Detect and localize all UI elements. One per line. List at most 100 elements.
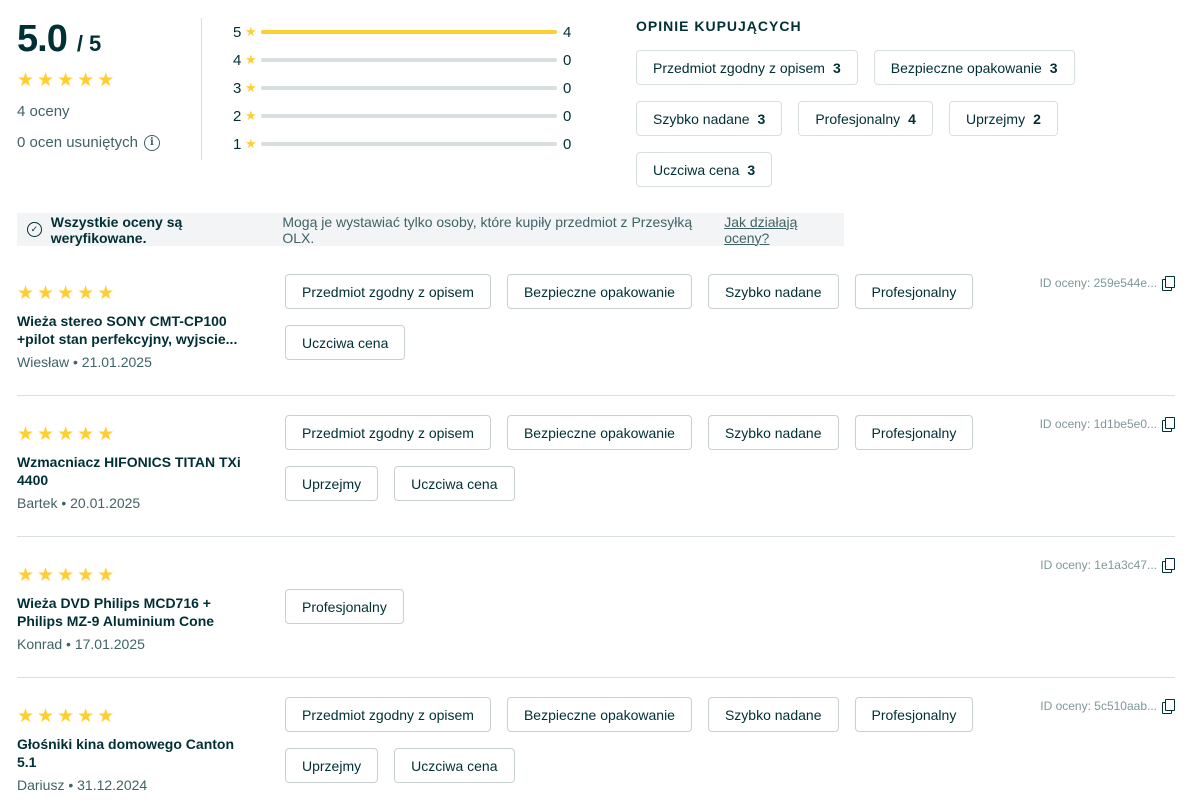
review-product-title[interactable]: Wieża DVD Philips MCD716 + Philips MZ-9 … xyxy=(17,594,247,630)
score-value: 5.0 xyxy=(17,18,68,60)
opinion-chip[interactable]: Przedmiot zgodny z opisem 3 xyxy=(636,50,858,85)
review-divider xyxy=(17,395,1175,396)
distribution-count: 0 xyxy=(563,135,572,153)
review-tag: Profesjonalny xyxy=(854,415,974,450)
average-score: 5.0 / 5 xyxy=(17,18,202,61)
copy-icon[interactable] xyxy=(1161,558,1175,573)
star-icon: ★ xyxy=(57,70,75,91)
star-icon: ★ xyxy=(57,283,75,304)
opinion-chip[interactable]: Uczciwa cena 3 xyxy=(636,152,773,187)
verified-bold: Wszystkie oceny są weryfikowane. xyxy=(50,213,183,246)
chip-label: Bezpieczne opakowanie xyxy=(890,59,1042,76)
distribution-stars: 1 xyxy=(233,135,242,153)
review-tag: Przedmiot zgodny z opisem xyxy=(285,697,491,732)
distribution-bar xyxy=(261,58,557,62)
chip-label: Profesjonalny xyxy=(815,110,901,127)
distribution-row: 1 ★ 0 xyxy=(233,130,578,158)
star-icon: ★ xyxy=(97,565,115,586)
review-divider xyxy=(17,536,1175,537)
copy-icon[interactable] xyxy=(1161,699,1175,714)
review-tags: Przedmiot zgodny z opisem Bezpieczne opa… xyxy=(285,274,1025,360)
distribution-bar xyxy=(261,142,557,146)
distribution-stars: 5 xyxy=(233,23,242,41)
review-info: ★ ★ ★ ★ ★ Wieża DVD Philips MCD716 + Philips… xyxy=(17,565,247,653)
buyer-opinions: OPINIE KUPUJĄCYCH Przedmiot zgodny z opi… xyxy=(636,18,1116,187)
review-product-title[interactable]: Wieża stereo SONY CMT-CP100 +pilot stan … xyxy=(17,312,247,348)
star-icon: ★ xyxy=(17,424,35,445)
opinion-chip[interactable]: Szybko nadane 3 xyxy=(636,101,783,136)
review-tag: Uprzejmy xyxy=(285,748,379,783)
chip-count: 4 xyxy=(908,110,916,127)
chip-label: Uprzejmy xyxy=(965,110,1026,127)
star-icon: ★ xyxy=(245,52,257,67)
how-ratings-work-link[interactable]: Jak działają oceny? xyxy=(724,214,844,246)
review-id-text: ID oceny: 5c510aab... xyxy=(1040,699,1157,713)
chip-label: Szybko nadane xyxy=(653,110,750,127)
opinion-chips: Przedmiot zgodny z opisem 3 Bezpieczne op… xyxy=(636,50,1116,187)
chip-label: Przedmiot zgodny z opisem xyxy=(653,59,825,76)
summary-stars: ★ ★ ★ ★ ★ xyxy=(17,71,202,91)
distribution-bar xyxy=(261,30,557,34)
review-tag: Szybko nadane xyxy=(707,415,839,450)
star-icon: ★ xyxy=(77,70,95,91)
distribution-stars: 4 xyxy=(233,51,242,69)
distribution-bar xyxy=(261,114,557,118)
verified-text: Mogą je wystawiać tylko osoby, które kup… xyxy=(282,213,693,246)
chip-count: 3 xyxy=(757,110,766,127)
ratings-count: 4 oceny xyxy=(17,103,70,120)
review-tag: Bezpieczne opakowanie xyxy=(506,697,692,732)
star-icon: ★ xyxy=(97,70,115,91)
review-tags: Przedmiot zgodny z opisem Bezpieczne opa… xyxy=(285,697,1025,783)
removed-ratings-label: 0 ocen usuniętych xyxy=(17,134,138,151)
review-author-date: Bartek • 20.01.2025 xyxy=(17,495,141,511)
distribution-row: 3 ★ 0 xyxy=(233,74,578,102)
review-tag: Uczciwa cena xyxy=(285,325,406,360)
review-info: ★ ★ ★ ★ ★ Wieża stereo SONY CMT-CP100 +pilot… xyxy=(17,284,247,371)
review-id-text: ID oceny: 1d1be5e0... xyxy=(1039,417,1157,431)
star-icon: ★ xyxy=(37,70,55,91)
review-info: ★ ★ ★ ★ ★ Głośniki kina domowego Canton 5.1 … xyxy=(17,706,247,794)
review-product-title[interactable]: Wzmacniacz HIFONICS TITAN TXi 4400 xyxy=(17,453,247,489)
info-icon[interactable]: i xyxy=(143,134,160,151)
star-icon: ★ xyxy=(97,706,115,727)
star-icon: ★ xyxy=(77,565,95,586)
review-tag: Profesjonalny xyxy=(854,697,974,732)
distribution-stars: 3 xyxy=(233,79,242,97)
review-stars: ★ ★ ★ ★ ★ xyxy=(17,284,247,304)
review-tag: Profesjonalny xyxy=(854,274,974,309)
review-info: ★ ★ ★ ★ ★ Wzmacniacz HIFONICS TITAN TXi 4400… xyxy=(17,424,247,512)
review-tag: Uczciwa cena xyxy=(394,748,515,783)
opinions-heading: OPINIE KUPUJĄCYCH xyxy=(636,18,802,34)
chip-count: 3 xyxy=(1049,59,1058,76)
distribution-bar xyxy=(261,86,557,90)
distribution-row: 5 ★ 4 xyxy=(233,18,578,46)
copy-icon[interactable] xyxy=(1161,276,1175,291)
rating-distribution: 5 ★ 4 4 ★ 0 3 ★ 0 2 ★ 0 1 ★ 0 xyxy=(233,18,578,158)
opinion-chip[interactable]: Uprzejmy 2 xyxy=(948,101,1058,136)
review-tag: Przedmiot zgodny z opisem xyxy=(285,274,491,309)
distribution-count: 0 xyxy=(563,79,572,97)
opinion-chip[interactable]: Profesjonalny 4 xyxy=(798,101,933,136)
chip-label: Uczciwa cena xyxy=(653,161,740,178)
review-tag: Profesjonalny xyxy=(285,589,404,624)
review-divider xyxy=(17,677,1175,678)
review-tag: Uprzejmy xyxy=(285,466,379,501)
review-id-text: ID oceny: 1e1a3c47... xyxy=(1040,558,1157,572)
star-icon: ★ xyxy=(57,565,75,586)
star-icon: ★ xyxy=(97,283,115,304)
review-tags: Przedmiot zgodny z opisem Bezpieczne opa… xyxy=(285,415,1025,501)
score-max: / 5 xyxy=(76,31,102,56)
review-tag: Bezpieczne opakowanie xyxy=(506,274,692,309)
review-id: ID oceny: 1e1a3c47... xyxy=(1040,558,1175,573)
opinion-chip[interactable]: Bezpieczne opakowanie 3 xyxy=(873,50,1075,85)
star-icon: ★ xyxy=(17,283,35,304)
check-circle-icon: ✓ xyxy=(27,222,42,237)
copy-icon[interactable] xyxy=(1161,417,1175,432)
star-icon: ★ xyxy=(77,424,95,445)
review-tag: Bezpieczne opakowanie xyxy=(506,415,692,450)
distribution-count: 0 xyxy=(563,107,572,125)
review-product-title[interactable]: Głośniki kina domowego Canton 5.1 xyxy=(17,735,247,771)
star-icon: ★ xyxy=(245,136,257,151)
review-id: ID oceny: 259e544e... xyxy=(1040,276,1175,291)
distribution-count: 0 xyxy=(563,51,572,69)
